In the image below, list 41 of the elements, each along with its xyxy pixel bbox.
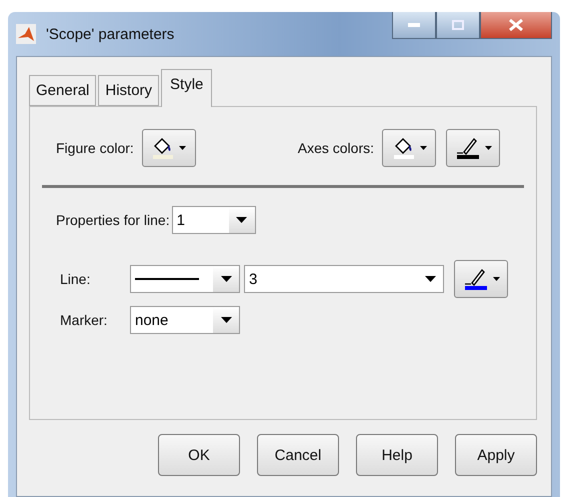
dialog-button[interactable]: Help xyxy=(356,434,438,476)
solid-line-icon xyxy=(135,278,199,280)
dropdown-arrow-icon xyxy=(236,217,248,223)
maximize-icon xyxy=(452,20,464,30)
dialog-button[interactable]: OK xyxy=(158,434,240,476)
caret-icon xyxy=(179,146,186,150)
caret-icon xyxy=(484,146,492,150)
tab[interactable]: General xyxy=(29,75,96,106)
line-select-label: Properties for line: xyxy=(56,212,170,228)
tab[interactable]: History xyxy=(98,75,160,106)
caret-icon xyxy=(492,277,500,281)
close-icon xyxy=(509,19,523,31)
minimize-button[interactable] xyxy=(392,12,436,39)
dropdown-arrow-icon xyxy=(220,317,232,323)
tab[interactable]: Style xyxy=(161,69,212,107)
dialog-button[interactable]: Apply xyxy=(455,434,537,476)
caret-icon xyxy=(420,146,426,150)
minimize-icon xyxy=(408,23,420,27)
dropdown-arrow-icon xyxy=(220,276,232,282)
app-logo-icon xyxy=(16,24,36,44)
dropdown-arrow-icon xyxy=(424,276,436,282)
line-label: Line: xyxy=(60,271,92,287)
line-style-dropdown[interactable] xyxy=(130,265,240,293)
color-picker-button[interactable] xyxy=(454,260,508,298)
line-select-dropdown[interactable]: 1 xyxy=(172,206,256,234)
maximize-button[interactable] xyxy=(436,12,480,39)
close-button[interactable] xyxy=(480,12,552,39)
axes-colors-label: Axes colors: xyxy=(298,140,374,156)
color-picker-button[interactable] xyxy=(142,129,196,167)
dialog-button[interactable]: Cancel xyxy=(257,434,339,476)
pen-icon xyxy=(454,136,480,160)
paint-bucket-icon xyxy=(151,136,176,160)
color-picker-button[interactable] xyxy=(446,129,500,167)
marker-label: Marker: xyxy=(60,312,108,328)
window-title: 'Scope' parameters xyxy=(46,26,174,42)
paint-bucket-icon xyxy=(392,136,416,160)
figure-color-label: Figure color: xyxy=(56,140,134,156)
marker-dropdown[interactable]: none xyxy=(130,306,240,334)
color-picker-button[interactable] xyxy=(382,129,436,167)
pen-icon xyxy=(462,267,488,291)
line-width-dropdown[interactable]: 3 xyxy=(244,265,444,293)
